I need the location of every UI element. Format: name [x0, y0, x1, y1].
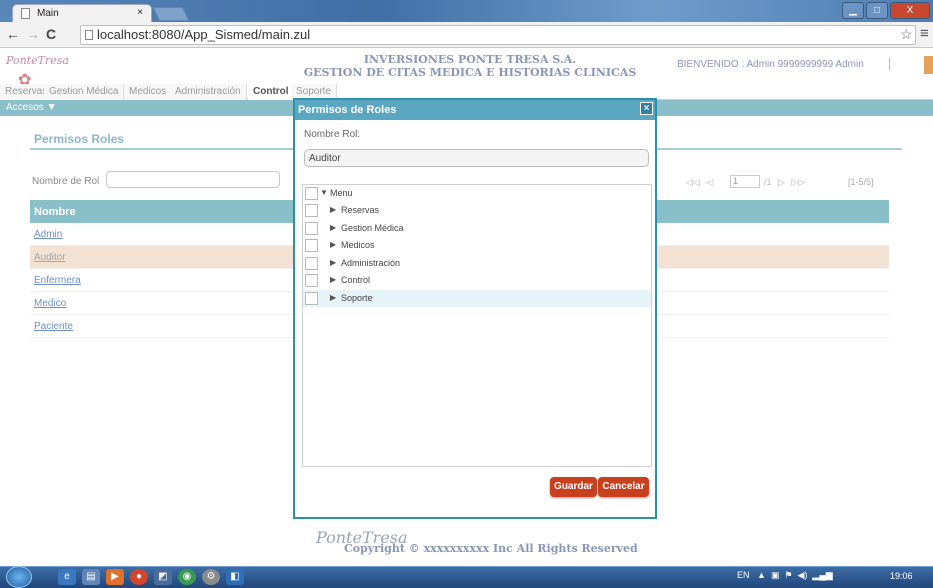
bookmark-star-icon[interactable]: ☆ — [900, 26, 913, 43]
chrome-icon[interactable]: ◉ — [178, 569, 196, 585]
tree-label: Administración — [341, 258, 401, 268]
app-icon[interactable]: ◩ — [154, 569, 172, 585]
pager-next-controls[interactable]: /1 ▷ ▷▷ — [764, 177, 805, 188]
company-name: INVERSIONES PONTE TRESA S.A. — [363, 53, 577, 66]
tab-medicos[interactable]: Medicos — [124, 84, 173, 100]
page-icon — [21, 8, 30, 19]
checkbox[interactable] — [305, 274, 318, 287]
browser-tab[interactable]: Main × — [12, 4, 152, 22]
tree-label: Gestion Médica — [341, 223, 404, 233]
back-arrow-icon[interactable]: ← — [6, 26, 20, 42]
tree-label: Control — [341, 275, 371, 285]
header-divider — [889, 58, 890, 70]
page-icon — [85, 30, 93, 40]
system-tray: EN ▲ ▣ ⚑ ◀) ▂▄▆ — [737, 570, 833, 581]
ie-icon[interactable]: e — [58, 569, 76, 585]
caret-right-icon[interactable]: ▶ — [330, 205, 336, 214]
accesos-menu[interactable]: Accesos ▼ — [6, 102, 56, 113]
company-title: INVERSIONES PONTE TRESA S.A. GESTION DE … — [300, 53, 640, 79]
address-bar[interactable]: localhost:8080/App_Sismed/main.zul — [80, 25, 916, 45]
save-button[interactable]: Guardar — [550, 477, 597, 497]
checkbox[interactable] — [305, 257, 318, 270]
pager-controls[interactable]: ◁◁ ◁ — [686, 177, 713, 188]
caret-down-icon[interactable]: ▼ — [320, 188, 328, 197]
checkbox[interactable] — [305, 187, 318, 200]
role-name-label: Nombre Rol: — [304, 129, 361, 140]
caret-right-icon[interactable]: ▶ — [330, 240, 336, 249]
welcome-text: BIENVENIDO : Admin 9999999999 Admin — [677, 59, 864, 70]
pager-info: [1-5/5] — [848, 177, 874, 187]
tree-node-menu[interactable]: ▼ Menu — [303, 185, 651, 202]
modal-header: Permisos de Roles × — [295, 100, 655, 120]
caret-right-icon[interactable]: ▶ — [330, 275, 336, 284]
tab-administracion[interactable]: Administración — [170, 84, 247, 100]
settings-icon[interactable]: ⚙ — [202, 569, 220, 585]
start-button[interactable] — [6, 566, 32, 588]
checkbox[interactable] — [305, 204, 318, 217]
cancel-button[interactable]: Cancelar — [598, 477, 649, 497]
outlook-icon[interactable]: ◧ — [226, 569, 244, 585]
caret-right-icon[interactable]: ▶ — [330, 293, 336, 302]
checkbox[interactable] — [305, 292, 318, 305]
close-window-button[interactable]: X — [890, 2, 930, 19]
close-icon[interactable]: × — [640, 102, 653, 115]
permisos-modal: Permisos de Roles × Nombre Rol: Auditor … — [293, 98, 657, 519]
tab-close-icon[interactable]: × — [137, 7, 143, 18]
logout-button[interactable] — [924, 56, 933, 74]
media-player-icon[interactable]: ▶ — [106, 569, 124, 585]
modal-title: Permisos de Roles — [298, 104, 397, 116]
forward-arrow-icon[interactable]: → — [26, 26, 40, 42]
caret-right-icon[interactable]: ▶ — [330, 258, 336, 267]
tab-gestion-medica[interactable]: Gestion Médica — [44, 84, 125, 100]
tree-node-control[interactable]: ▶ Control — [303, 272, 651, 289]
tray-icons[interactable]: ▲ ▣ ⚑ ◀) ▂▄▆ — [752, 570, 833, 580]
new-tab-button[interactable] — [152, 7, 190, 21]
caret-right-icon[interactable]: ▶ — [330, 223, 336, 232]
tab-control[interactable]: Control — [248, 84, 295, 100]
tree-node-gestion-medica[interactable]: ▶ Gestion Médica — [303, 220, 651, 237]
minimize-button[interactable]: ▁ — [842, 2, 864, 19]
browser-menu-icon[interactable]: ≡ — [920, 25, 929, 42]
tab-title: Main — [37, 8, 59, 19]
tree-label: Menu — [330, 188, 353, 198]
maximize-button[interactable]: □ — [866, 2, 888, 19]
page-title: Permisos Roles — [34, 132, 125, 146]
tree-node-reservas[interactable]: ▶ Reservas — [303, 202, 651, 219]
system-name: GESTION DE CITAS MEDICA E HISTORIAS CLIN… — [303, 66, 637, 79]
firefox-icon[interactable]: ● — [130, 569, 148, 585]
reload-icon[interactable]: C — [46, 26, 56, 42]
tree-label: Reservas — [341, 205, 380, 215]
clock[interactable]: 19:06 — [890, 571, 913, 581]
tree-label: Soporte — [341, 293, 373, 303]
tree-label: Medicos — [341, 240, 375, 250]
checkbox[interactable] — [305, 222, 318, 235]
explorer-icon[interactable]: ▤ — [82, 569, 100, 585]
pager-page-input[interactable]: 1 — [730, 175, 760, 188]
tree-node-administracion[interactable]: ▶ Administración — [303, 255, 651, 272]
url-text: localhost:8080/App_Sismed/main.zul — [97, 27, 311, 42]
copyright-text: Copyright © xxxxxxxxxx Inc All Rights Re… — [344, 542, 638, 555]
browser-toolbar: ← → C localhost:8080/App_Sismed/main.zul… — [0, 22, 933, 48]
checkbox[interactable] — [305, 239, 318, 252]
role-filter-input[interactable] — [106, 171, 280, 188]
permissions-tree: ▼ Menu ▶ Reservas ▶ Gestion Médica ▶ Med… — [302, 184, 652, 467]
tree-node-medicos[interactable]: ▶ Medicos — [303, 237, 651, 254]
filter-label: Nombre de Rol — [32, 176, 100, 187]
tree-node-soporte[interactable]: ▶ Soporte — [303, 290, 651, 307]
language-indicator[interactable]: EN — [737, 570, 750, 580]
role-name-field[interactable]: Auditor — [304, 149, 649, 167]
